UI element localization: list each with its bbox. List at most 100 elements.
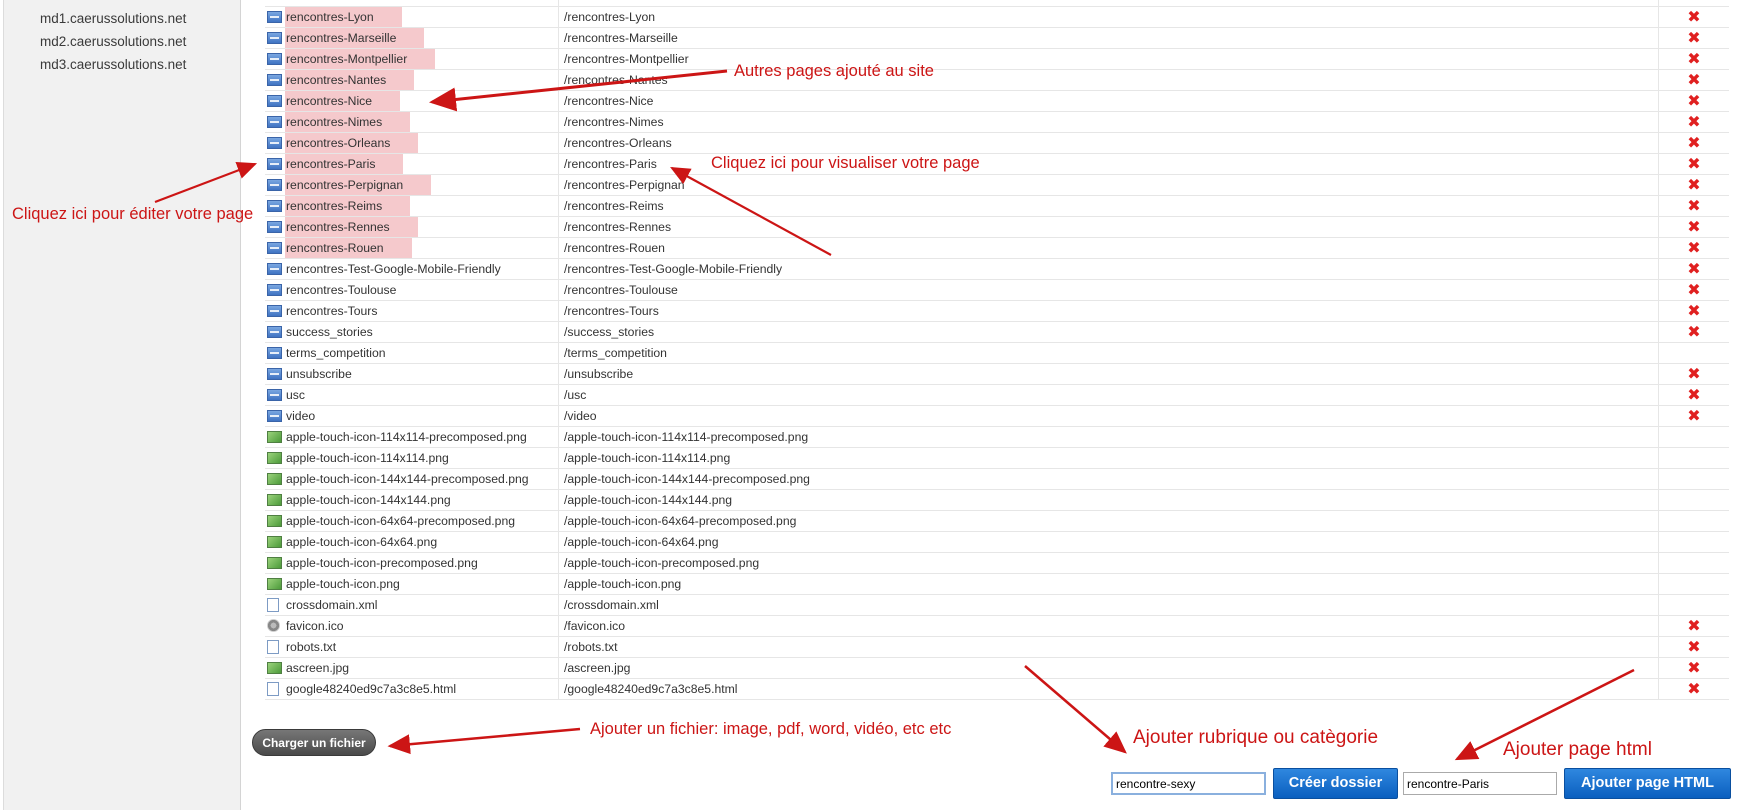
file-path-link[interactable]: /rencontres-Nice (558, 90, 1659, 112)
delete-icon[interactable]: ✖ (1687, 50, 1700, 66)
file-name-link[interactable]: usc (286, 388, 305, 402)
delete-icon[interactable]: ✖ (1687, 8, 1700, 24)
file-path-link[interactable]: /apple-touch-icon.png (558, 573, 1659, 595)
delete-icon[interactable]: ✖ (1687, 680, 1700, 696)
file-name-link[interactable]: rencontres-Nice (285, 91, 401, 111)
file-path-link[interactable]: /rencontres-Toulouse (558, 279, 1659, 301)
file-path-link[interactable]: /unsubscribe (558, 363, 1659, 385)
file-path-link[interactable]: /rencontres-Test-Google-Mobile-Friendly (558, 258, 1659, 280)
delete-icon[interactable]: ✖ (1687, 113, 1700, 129)
delete-icon[interactable]: ✖ (1687, 365, 1700, 381)
file-name-link[interactable]: terms_competition (286, 346, 386, 360)
delete-icon[interactable]: ✖ (1687, 92, 1700, 108)
add-html-page-button[interactable]: Ajouter page HTML (1564, 768, 1731, 799)
delete-icon[interactable]: ✖ (1687, 239, 1700, 255)
file-path-link[interactable]: /apple-touch-icon-114x114.png (558, 447, 1659, 469)
file-name-link[interactable]: rencontres-Toulouse (286, 283, 396, 297)
delete-icon[interactable]: ✖ (1687, 386, 1700, 402)
file-name-link[interactable]: rencontres-Nantes (285, 70, 415, 90)
file-path-link[interactable]: /ascreen.jpg (558, 657, 1659, 679)
file-name-link[interactable]: apple-touch-icon-144x144.png (286, 493, 451, 507)
file-name-link[interactable]: rencontres-Test-Google-Mobile-Friendly (286, 262, 501, 276)
file-path-link[interactable]: /apple-touch-icon-144x144-precomposed.pn… (558, 468, 1659, 490)
file-name-link[interactable]: rencontres-Montpellier (285, 49, 436, 69)
file-path-link[interactable]: /rencontres-Reims (558, 195, 1659, 217)
delete-icon[interactable]: ✖ (1687, 659, 1700, 675)
file-name-link[interactable]: rencontres-Rouen (285, 238, 412, 258)
file-name-link[interactable]: apple-touch-icon-precomposed.png (286, 556, 478, 570)
file-name-link[interactable]: apple-touch-icon.png (286, 577, 400, 591)
file-name-link[interactable]: apple-touch-icon-64x64.png (286, 535, 437, 549)
file-path-link[interactable]: /video (558, 405, 1659, 427)
file-path-link[interactable]: /rencontres-Lyon (558, 6, 1659, 28)
file-path-link[interactable]: /apple-touch-icon-64x64.png (558, 531, 1659, 553)
file-name-cell: apple-touch-icon-114x114-precomposed.png (265, 426, 559, 448)
sidebar-domain-md3[interactable]: md3.caerussolutions.net (40, 57, 186, 72)
delete-icon[interactable]: ✖ (1687, 29, 1700, 45)
file-path-link[interactable]: /robots.txt (558, 636, 1659, 658)
file-path-link[interactable]: /usc (558, 384, 1659, 406)
file-path-link[interactable]: /success_stories (558, 321, 1659, 343)
delete-icon[interactable]: ✖ (1687, 302, 1700, 318)
sidebar-domain-md2[interactable]: md2.caerussolutions.net (40, 34, 186, 49)
file-name-link[interactable]: rencontres-Lyon (285, 7, 402, 27)
file-path-link[interactable]: /favicon.ico (558, 615, 1659, 637)
file-path-link[interactable]: /rencontres-Rennes (558, 216, 1659, 238)
page-name-input[interactable] (1403, 772, 1557, 795)
file-path-link[interactable]: /rencontres-Tours (558, 300, 1659, 322)
delete-icon[interactable]: ✖ (1687, 407, 1700, 423)
file-name-link[interactable]: success_stories (286, 325, 373, 339)
file-name-link[interactable]: google48240ed9c7a3c8e5.html (286, 682, 456, 696)
delete-icon[interactable]: ✖ (1687, 218, 1700, 234)
file-name-cell: google48240ed9c7a3c8e5.html (265, 678, 559, 700)
delete-icon[interactable]: ✖ (1687, 71, 1700, 87)
file-path-link[interactable]: /apple-touch-icon-144x144.png (558, 489, 1659, 511)
file-name-link[interactable]: apple-touch-icon-144x144-precomposed.png (286, 472, 529, 486)
file-name-link[interactable]: unsubscribe (286, 367, 352, 381)
delete-icon[interactable]: ✖ (1687, 134, 1700, 150)
delete-icon[interactable]: ✖ (1687, 260, 1700, 276)
file-path-link[interactable]: /rencontres-Nantes (558, 69, 1659, 91)
file-name-link[interactable]: crossdomain.xml (286, 598, 377, 612)
delete-icon[interactable]: ✖ (1687, 176, 1700, 192)
upload-file-button[interactable]: Charger un fichier (252, 729, 376, 756)
file-path-link[interactable]: /apple-touch-icon-precomposed.png (558, 552, 1659, 574)
file-name-link[interactable]: apple-touch-icon-64x64-precomposed.png (286, 514, 515, 528)
file-name-link[interactable]: rencontres-Reims (285, 196, 411, 216)
file-path-link[interactable]: /apple-touch-icon-64x64-precomposed.png (558, 510, 1659, 532)
file-name-link[interactable]: rencontres-Marseille (285, 28, 425, 48)
folder-name-input[interactable] (1111, 772, 1266, 795)
file-name-link[interactable]: ascreen.jpg (286, 661, 349, 675)
delete-cell: ✖ (1658, 321, 1729, 343)
file-name-link[interactable]: rencontres-Perpignan (285, 175, 432, 195)
file-name-link[interactable]: video (286, 409, 315, 423)
file-path-link[interactable]: /rencontres-Rouen (558, 237, 1659, 259)
file-name-link[interactable]: rencontres-Tours (286, 304, 377, 318)
file-path-link[interactable]: /terms_competition (558, 342, 1659, 364)
delete-icon[interactable]: ✖ (1687, 638, 1700, 654)
file-name-link[interactable]: rencontres-Nimes (285, 112, 411, 132)
file-name-link[interactable]: rencontres-Orleans (285, 133, 419, 153)
file-name-link[interactable]: apple-touch-icon-114x114-precomposed.png (286, 430, 527, 444)
create-folder-button[interactable]: Créer dossier (1273, 768, 1398, 799)
file-name-link[interactable]: rencontres-Paris (285, 154, 404, 174)
file-name-link[interactable]: apple-touch-icon-114x114.png (286, 451, 449, 465)
delete-icon[interactable]: ✖ (1687, 617, 1700, 633)
file-path-link[interactable]: /rencontres-Orleans (558, 132, 1659, 154)
file-path-link[interactable]: /rencontres-Marseille (558, 27, 1659, 49)
delete-icon[interactable]: ✖ (1687, 155, 1700, 171)
file-path-link[interactable]: /rencontres-Montpellier (558, 48, 1659, 70)
file-name-link[interactable]: rencontres-Rennes (285, 217, 418, 237)
delete-icon[interactable]: ✖ (1687, 197, 1700, 213)
file-path-link[interactable]: /crossdomain.xml (558, 594, 1659, 616)
file-name-link[interactable]: robots.txt (286, 640, 336, 654)
delete-icon[interactable]: ✖ (1687, 323, 1700, 339)
delete-icon[interactable]: ✖ (1687, 281, 1700, 297)
file-path-link[interactable]: /apple-touch-icon-114x114-precomposed.pn… (558, 426, 1659, 448)
file-path-link[interactable]: /rencontres-Perpignan (558, 174, 1659, 196)
file-name-link[interactable]: favicon.ico (286, 619, 344, 633)
sidebar-domain-md1[interactable]: md1.caerussolutions.net (40, 11, 186, 26)
file-path-link[interactable]: /rencontres-Nimes (558, 111, 1659, 133)
file-path-link[interactable]: /google48240ed9c7a3c8e5.html (558, 678, 1659, 700)
html-file-icon (267, 347, 282, 359)
